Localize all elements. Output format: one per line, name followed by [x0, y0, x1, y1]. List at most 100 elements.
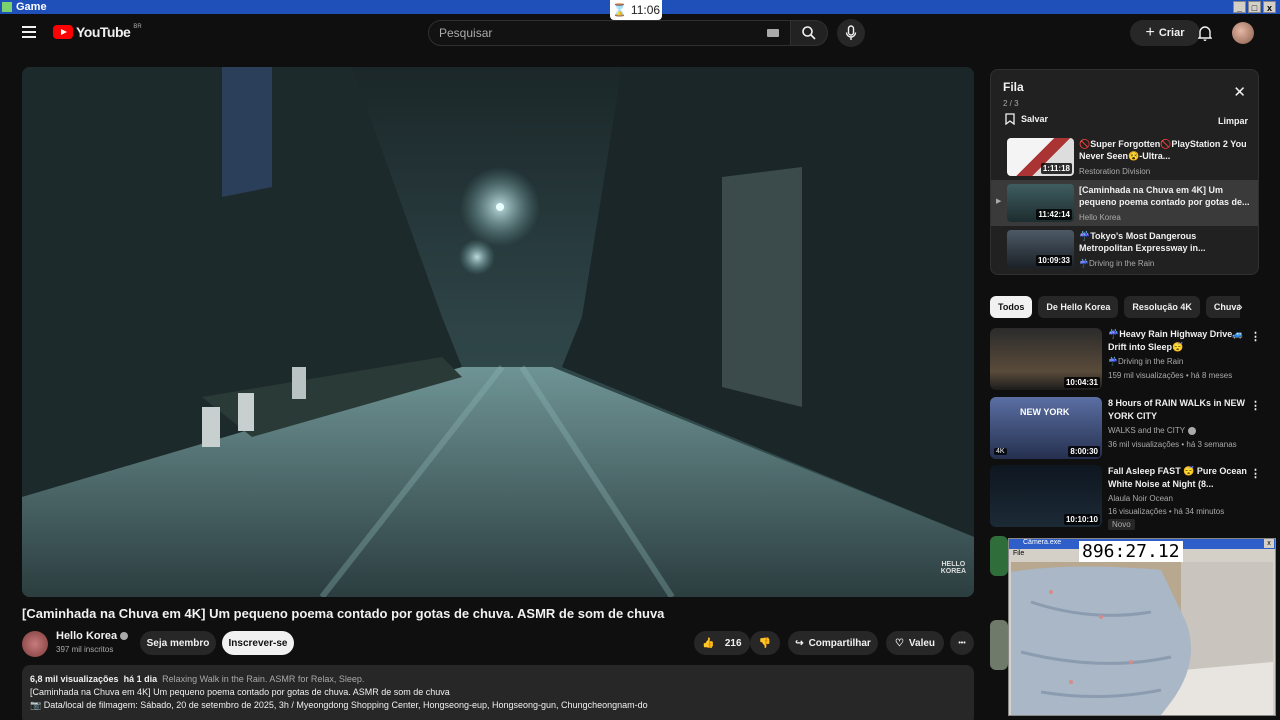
recommendation-thumbnail[interactable]: 10:04:31	[990, 328, 1102, 390]
thanks-label: Valeu	[908, 637, 936, 649]
bell-icon	[1198, 26, 1212, 41]
webcam-close-button[interactable]: x	[1264, 539, 1274, 548]
thumbs-down-icon: 👎	[758, 637, 772, 649]
search-input[interactable]	[439, 26, 749, 40]
recommendation-thumbnail[interactable]	[990, 620, 1008, 670]
super-thanks-icon: ♡	[894, 637, 904, 649]
chip-4k[interactable]: Resolução 4K	[1124, 296, 1200, 318]
recommendation-meta: 16 visualizações • há 34 minutos	[1108, 507, 1225, 516]
queue-item[interactable]: 10:09:33 ☔Tokyo's Most Dangerous Metropo…	[991, 226, 1258, 272]
kebab-menu-icon[interactable]: ⋮	[1250, 467, 1261, 480]
recommendation-channel[interactable]: ☔Driving in the Rain	[1108, 357, 1183, 366]
queue-panel: Fila 2 / 3 ✕ Salvar Limpar 1:11:18 🚫Supe…	[990, 69, 1259, 275]
search-button[interactable]	[790, 20, 828, 46]
join-button[interactable]: Seja membro	[140, 631, 216, 655]
more-actions-button[interactable]: •••	[950, 631, 974, 655]
queue-item-channel: ☔Driving in the Rain	[1079, 259, 1155, 268]
save-queue-button[interactable]: Salvar	[1005, 113, 1048, 125]
queue-item-channel: Hello Korea	[1079, 213, 1121, 222]
account-avatar[interactable]	[1232, 22, 1254, 44]
clear-queue-button[interactable]: Limpar	[1218, 116, 1248, 126]
description-box[interactable]: 6,8 mil visualizações há 1 dia Relaxing …	[22, 665, 974, 720]
share-label: Compartilhar	[808, 637, 871, 649]
recommendation-meta: 36 mil visualizações • há 3 semanas	[1108, 440, 1237, 449]
filter-chips: Todos De Hello Korea Resolução 4K Chuva	[990, 296, 1240, 318]
recommendation-thumbnail[interactable]: NEW YORK 4K 8:00:30	[990, 397, 1102, 459]
channel-name[interactable]: Hello Korea	[56, 630, 117, 642]
queue-item-title[interactable]: 🚫Super Forgotten🚫PlayStation 2 You Never…	[1079, 138, 1251, 162]
like-count[interactable]: 216	[725, 638, 742, 649]
recommendation-duration: 10:04:31	[1063, 377, 1100, 388]
clock-widget: ⌛ 11:06	[610, 0, 662, 20]
4k-badge: 4K	[994, 448, 1007, 455]
maximize-button[interactable]: □	[1248, 1, 1261, 13]
queue-thumbnail[interactable]: 10:09:33	[1007, 230, 1074, 268]
create-button[interactable]: + Criar	[1130, 20, 1200, 46]
minimize-button[interactable]: _	[1233, 1, 1246, 13]
youtube-header: YouTube BR + Criar	[4, 14, 1276, 54]
recommendation-duration: 10:10:10	[1063, 514, 1100, 525]
share-icon: ↪	[795, 637, 804, 649]
recommendation-item[interactable]: 10:04:31 ☔Heavy Rain Highway Drive🚙Drift…	[990, 328, 1261, 390]
recommendation-title[interactable]: Fall Asleep FAST 😴 Pure Ocean White Nois…	[1108, 465, 1248, 491]
queue-duration: 10:09:33	[1035, 255, 1072, 266]
queue-item[interactable]: 1:11:18 🚫Super Forgotten🚫PlayStation 2 Y…	[991, 134, 1258, 180]
chip-rain[interactable]: Chuva	[1205, 296, 1240, 318]
voice-search-button[interactable]	[837, 19, 865, 47]
channel-name-row[interactable]: Hello Korea	[56, 630, 129, 642]
subscribe-button[interactable]: Inscrever-se	[222, 631, 294, 655]
thanks-button[interactable]: ♡ Valeu	[886, 631, 944, 655]
like-dislike-group: 👍 216	[694, 631, 750, 655]
close-icon[interactable]: ✕	[1233, 83, 1246, 101]
queue-thumbnail[interactable]: 11:42:14	[1007, 184, 1074, 222]
create-label: Criar	[1158, 27, 1185, 39]
thumbs-up-icon[interactable]: 👍	[702, 638, 714, 649]
logo-region: BR	[133, 24, 142, 30]
description-line-2: [Caminhada na Chuva em 4K] Um pequeno po…	[30, 687, 450, 697]
webcam-image	[1011, 562, 1273, 715]
queue-item-channel: Restoration Division	[1079, 167, 1151, 176]
microphone-icon	[845, 25, 857, 40]
recommendation-thumbnail[interactable]: 10:10:10	[990, 465, 1102, 527]
recommendation-title[interactable]: ☔Heavy Rain Highway Drive🚙Drift into Sle…	[1108, 328, 1248, 354]
video-player[interactable]: HELLO KOREA	[22, 67, 974, 597]
keyboard-icon[interactable]	[767, 29, 779, 37]
kebab-menu-icon[interactable]: ⋮	[1250, 399, 1261, 412]
now-playing-icon: ▶	[996, 198, 1002, 205]
share-button[interactable]: ↪ Compartilhar	[788, 631, 878, 655]
queue-thumbnail[interactable]: 1:11:18	[1007, 138, 1074, 176]
recommendation-item[interactable]: NEW YORK 4K 8:00:30 8 Hours of RAIN WALK…	[990, 397, 1261, 459]
plus-icon: +	[1145, 24, 1155, 41]
verified-icon	[120, 632, 129, 641]
dislike-button[interactable]: 👎	[750, 631, 780, 655]
description-stats: 6,8 mil visualizações há 1 dia Relaxing …	[30, 673, 966, 686]
recommendation-channel-row[interactable]: WALKS and the CITY	[1108, 426, 1197, 435]
chip-from-channel[interactable]: De Hello Korea	[1038, 296, 1119, 318]
kebab-menu-icon[interactable]: ⋮	[1250, 330, 1261, 343]
chip-all[interactable]: Todos	[990, 296, 1033, 318]
description-tags: Relaxing Walk in the Rain. ASMR for Rela…	[162, 674, 365, 684]
webcam-title: Câmera.exe	[1023, 539, 1062, 546]
close-window-button[interactable]: x	[1263, 1, 1276, 13]
youtube-logo[interactable]: YouTube BR	[53, 24, 142, 40]
search-box	[428, 20, 792, 46]
webcam-menu-file[interactable]: File	[1013, 550, 1024, 557]
channel-watermark: HELLO KOREA	[941, 561, 966, 575]
queue-item-title[interactable]: ☔Tokyo's Most Dangerous Metropolitan Exp…	[1079, 230, 1251, 254]
video-frame	[22, 67, 974, 597]
recommendation-thumbnail[interactable]	[990, 536, 1008, 576]
recommendation-channel[interactable]: WALKS and the CITY	[1108, 426, 1185, 435]
recommendation-title[interactable]: 8 Hours of RAIN WALKs in NEW YORK CITY	[1108, 397, 1248, 423]
recommendation-channel[interactable]: Alaula Noir Ocean	[1108, 494, 1173, 503]
queue-item-current[interactable]: ▶ 11:42:14 [Caminhada na Chuva em 4K] Um…	[991, 180, 1258, 226]
window-controls: _ □ x	[1233, 1, 1276, 13]
webcam-window[interactable]: Câmera.exe x File 896:27.12	[1008, 538, 1276, 716]
queue-item-title[interactable]: [Caminhada na Chuva em 4K] Um pequeno po…	[1079, 184, 1251, 208]
save-label: Salvar	[1021, 114, 1049, 124]
channel-avatar[interactable]	[22, 631, 48, 657]
menu-icon[interactable]	[22, 26, 36, 38]
notifications-button[interactable]	[1196, 24, 1214, 42]
chevron-right-icon[interactable]: ›	[1238, 298, 1243, 314]
recommendation-item[interactable]: 10:10:10 Fall Asleep FAST 😴 Pure Ocean W…	[990, 465, 1261, 530]
watermark-line1: HELLO	[941, 561, 966, 568]
